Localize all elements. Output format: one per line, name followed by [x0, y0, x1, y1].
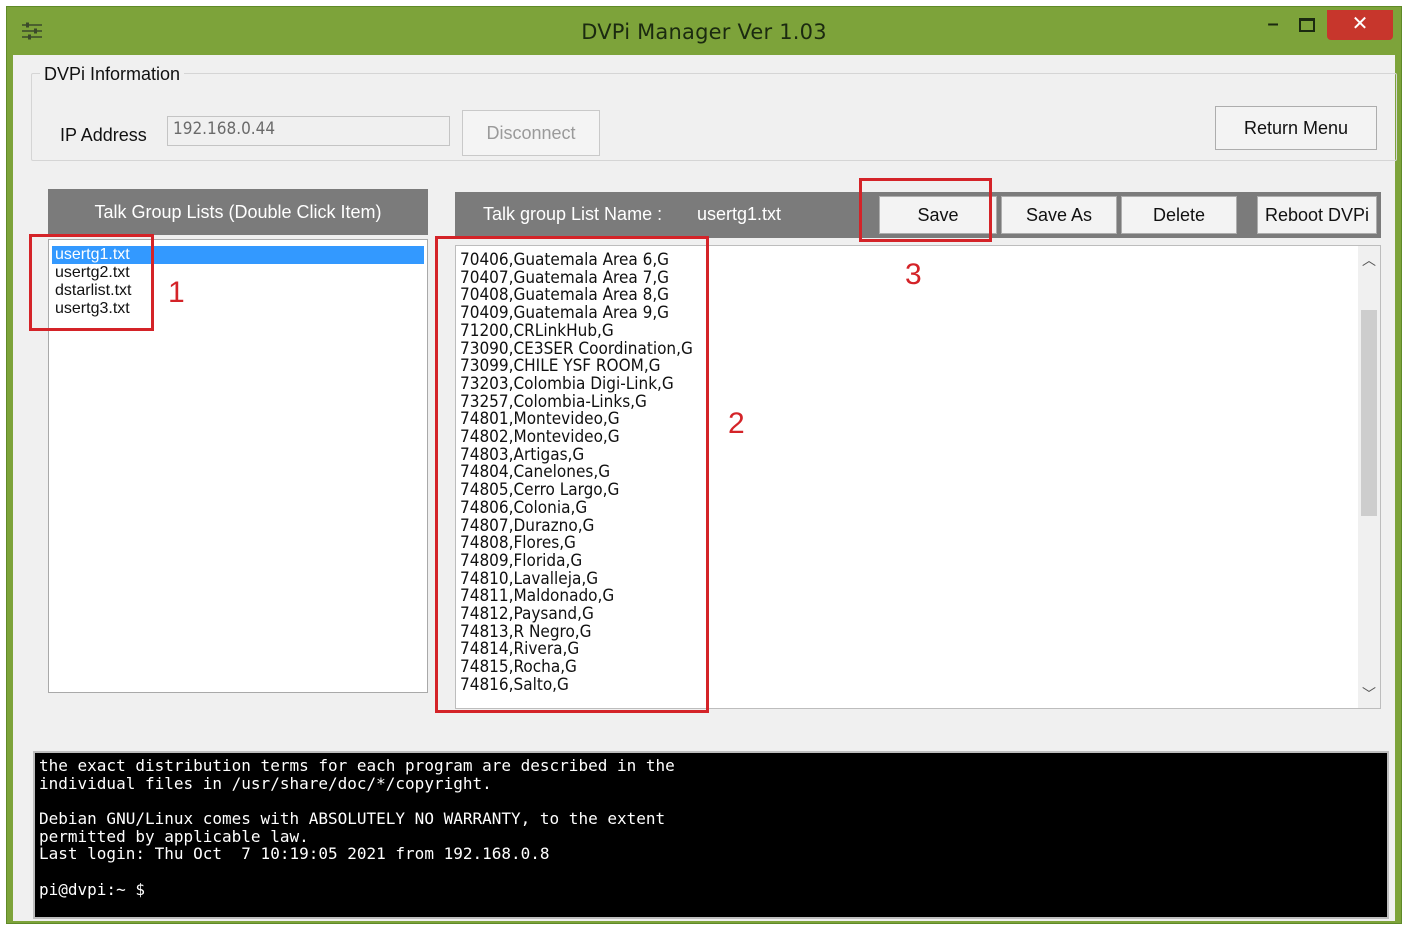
maximize-button[interactable] [1295, 10, 1319, 40]
ip-address-field[interactable]: 192.168.0.44 [167, 116, 450, 146]
reboot-dvpi-button[interactable]: Reboot DVPi [1257, 196, 1377, 234]
window-title: DVPi Manager Ver 1.03 [581, 20, 827, 44]
annotation-label-2: 2 [728, 407, 745, 440]
annotation-label-1: 1 [168, 276, 185, 309]
dvpi-information-label: DVPi Information [40, 64, 185, 85]
disconnect-button[interactable]: Disconnect [462, 110, 600, 156]
terminal-line: permitted by applicable law. [39, 826, 309, 846]
terminal-line: Debian GNU/Linux comes with ABSOLUTELY N… [39, 809, 666, 829]
scroll-thumb[interactable] [1361, 310, 1377, 516]
return-menu-button[interactable]: Return Menu [1215, 106, 1377, 150]
delete-button[interactable]: Delete [1121, 196, 1237, 234]
list-name-label: Talk group List Name : [483, 204, 663, 224]
scroll-up-icon[interactable]: ︿ [1358, 250, 1380, 270]
annotation-box-3 [859, 178, 992, 242]
terminal-line: pi@dvpi:~ $ [39, 879, 145, 899]
terminal-line: the exact distribution terms for each pr… [39, 756, 675, 775]
talk-group-lists-header: Talk Group Lists (Double Click Item) [48, 189, 428, 235]
terminal-line: Last login: Thu Oct 7 10:19:05 2021 from… [39, 844, 550, 864]
scroll-down-icon[interactable]: ﹀ [1358, 684, 1380, 704]
close-button[interactable]: ✕ [1327, 10, 1393, 40]
save-as-button[interactable]: Save As [1001, 196, 1117, 234]
dvpi-information-group: DVPi Information IP Address 192.168.0.44… [31, 64, 1397, 161]
close-icon: ✕ [1351, 13, 1369, 35]
terminal-line: individual files in /usr/share/doc/*/cop… [39, 773, 492, 793]
annotation-label-3: 3 [905, 258, 922, 291]
terminal-output[interactable]: the exact distribution terms for each pr… [33, 751, 1389, 919]
maximize-icon [1299, 18, 1315, 32]
annotation-box-1 [29, 234, 154, 331]
title-bar[interactable]: DVPi Manager Ver 1.03 – ✕ [7, 7, 1401, 55]
list-name-value: usertg1.txt [697, 204, 782, 224]
annotation-box-2 [435, 236, 709, 713]
vertical-scrollbar[interactable]: ︿ ﹀ [1358, 246, 1380, 708]
ip-address-label: IP Address [60, 125, 147, 145]
minimize-button[interactable]: – [1261, 10, 1285, 40]
